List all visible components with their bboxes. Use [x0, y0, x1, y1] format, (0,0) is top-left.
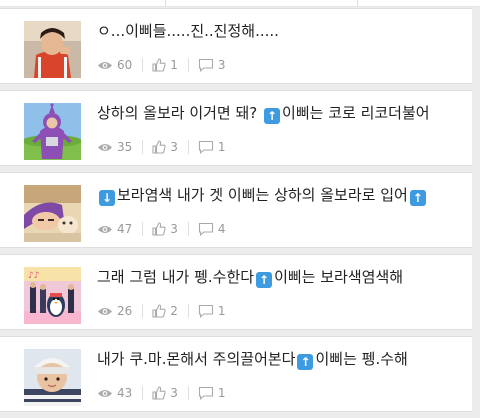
post-item[interactable]: ♪♪ 그래 그럼 내가 펭.수한다 ↑ 이삐는 보라색염색해 26 2 1: [0, 254, 472, 330]
post-title[interactable]: ↓ 보라염색 내가 겟 이삐는 상하의 올보라로 입어 ↑: [97, 185, 468, 206]
thumbs-up-icon: [152, 304, 166, 318]
up-arrow-emoji-icon: ↑: [297, 354, 314, 370]
comment-count-value: 1: [217, 140, 226, 154]
up-arrow-emoji-icon: ↑: [264, 108, 281, 124]
post-stats: 35 3 1: [97, 138, 226, 156]
comment-bubble-icon: [198, 386, 213, 400]
post-thumbnail[interactable]: [24, 185, 81, 242]
like-count[interactable]: 3: [152, 140, 178, 154]
eye-icon: [98, 307, 112, 315]
stat-divider: [187, 140, 189, 154]
view-count: 60: [97, 58, 132, 72]
comment-bubble-icon: [198, 304, 213, 318]
post-stats: 26 2 1: [97, 302, 226, 320]
eye-icon: [98, 389, 112, 397]
comment-count-value: 3: [217, 58, 226, 72]
comment-count-value: 4: [217, 222, 226, 236]
post-title[interactable]: 내가 쿠.마.몬해서 주의끌어본다 ↑ 이삐는 펭.수해: [97, 349, 468, 370]
comment-count[interactable]: 1: [198, 140, 226, 154]
stat-divider: [187, 304, 189, 318]
thumbs-up-icon: [152, 386, 166, 400]
thumbs-up-icon: [152, 58, 166, 72]
like-count-value: 2: [170, 304, 178, 318]
post-thumbnail[interactable]: [24, 21, 81, 78]
stat-divider: [142, 386, 144, 400]
up-arrow-emoji-icon: ↑: [256, 272, 273, 288]
view-count: 47: [97, 222, 132, 236]
like-count-value: 3: [170, 140, 178, 154]
like-count-value: 1: [170, 58, 178, 72]
comment-count[interactable]: 1: [198, 386, 226, 400]
view-count: 35: [97, 140, 132, 154]
post-title[interactable]: ㅇ...이삐들.....진..진정해.....: [97, 21, 468, 41]
post-title[interactable]: 그래 그럼 내가 펭.수한다 ↑ 이삐는 보라색염색해: [97, 267, 468, 288]
title-text: 내가 쿠.마.몬해서 주의끌어본다: [97, 350, 296, 368]
like-count[interactable]: 2: [152, 304, 178, 318]
comment-bubble-icon: [198, 58, 213, 72]
title-text: ㅇ...이삐들.....진..진정해.....: [97, 22, 279, 40]
title-text: 그래 그럼 내가 펭.수한다: [97, 268, 255, 286]
eye-icon: [98, 61, 112, 69]
title-text: 이삐는 코로 리코더불어: [282, 104, 430, 122]
stat-divider: [187, 386, 189, 400]
svg-text:♪♪: ♪♪: [28, 271, 40, 281]
stat-divider: [142, 222, 144, 236]
post-thumbnail[interactable]: [24, 103, 81, 160]
post-thumbnail[interactable]: ♪♪: [24, 267, 81, 324]
view-count-value: 47: [117, 222, 133, 236]
stat-divider: [142, 58, 144, 72]
stat-divider: [187, 58, 189, 72]
comment-count[interactable]: 3: [198, 58, 226, 72]
view-count-value: 43: [117, 386, 133, 400]
title-text: 이삐는 보라색염색해: [274, 268, 404, 286]
stat-divider: [142, 304, 144, 318]
comment-count-value: 1: [217, 304, 226, 318]
post-stats: 47 3 4: [97, 220, 226, 238]
eye-icon: [98, 225, 112, 233]
post-item[interactable]: ↓ 보라염색 내가 겟 이삐는 상하의 올보라로 입어 ↑ 47 3 4: [0, 172, 472, 248]
down-arrow-emoji-icon: ↓: [99, 190, 115, 206]
comment-count[interactable]: 1: [198, 304, 226, 318]
thumbs-up-icon: [152, 140, 166, 154]
like-count[interactable]: 3: [152, 222, 178, 236]
eye-icon: [98, 143, 112, 151]
like-count-value: 3: [170, 222, 178, 236]
comment-bubble-icon: [198, 222, 213, 236]
view-count-value: 35: [117, 140, 133, 154]
view-count-value: 26: [117, 304, 133, 318]
title-text: 상하의 올보라 이거면 돼?: [97, 104, 263, 122]
post-stats: 60 1 3: [97, 56, 226, 74]
post-thumbnail[interactable]: [24, 349, 81, 406]
title-text: 보라염색 내가 겟 이삐는 상하의 올보라로 입어: [117, 186, 408, 204]
post-item[interactable]: ㅇ...이삐들.....진..진정해..... 60 1 3: [0, 8, 472, 84]
like-count[interactable]: 1: [152, 58, 178, 72]
view-count-value: 60: [117, 58, 133, 72]
post-stats: 43 3 1: [97, 384, 226, 402]
stat-divider: [142, 140, 144, 154]
title-text: 이삐는 펭.수해: [315, 350, 408, 368]
like-count[interactable]: 3: [152, 386, 178, 400]
comment-bubble-icon: [198, 140, 213, 154]
post-item[interactable]: 상하의 올보라 이거면 돼? ↑ 이삐는 코로 리코더불어 35 3 1: [0, 90, 472, 166]
post-feed: ㅇ...이삐들.....진..진정해..... 60 1 3 상하의 올보라 이…: [0, 6, 472, 418]
post-item[interactable]: 내가 쿠.마.몬해서 주의끌어본다 ↑ 이삐는 펭.수해 43 3 1: [0, 336, 472, 412]
stat-divider: [187, 222, 189, 236]
up-arrow-emoji-icon: ↑: [409, 190, 426, 206]
post-title[interactable]: 상하의 올보라 이거면 돼? ↑ 이삐는 코로 리코더불어: [97, 103, 468, 124]
thumbs-up-icon: [152, 222, 166, 236]
view-count: 43: [97, 386, 132, 400]
like-count-value: 3: [170, 386, 178, 400]
view-count: 26: [97, 304, 132, 318]
comment-count[interactable]: 4: [198, 222, 226, 236]
comment-count-value: 1: [217, 386, 226, 400]
